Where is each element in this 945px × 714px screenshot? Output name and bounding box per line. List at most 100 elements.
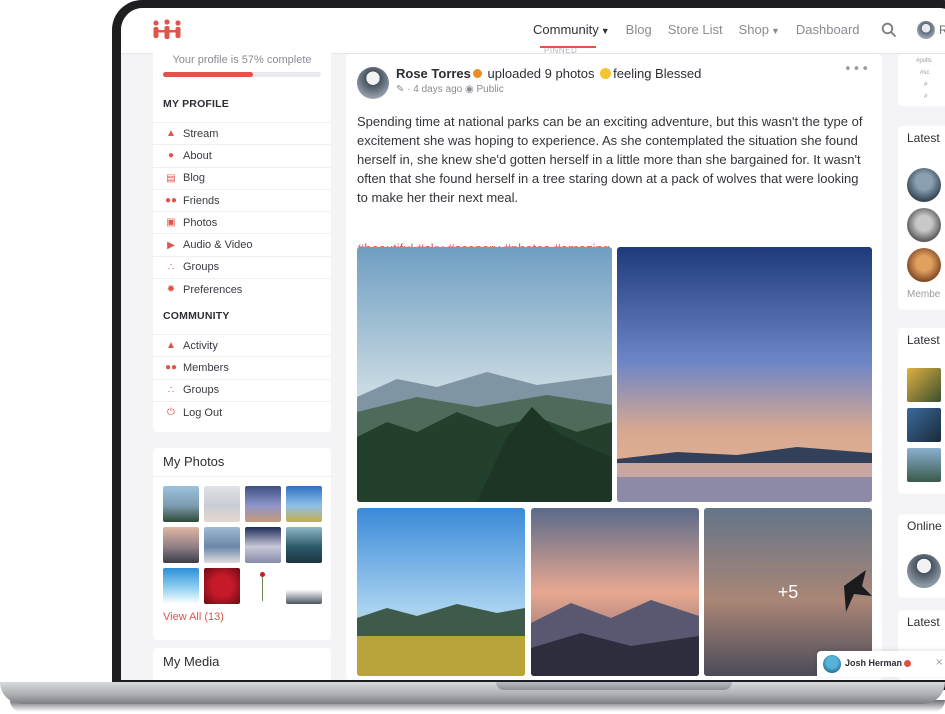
divider — [153, 476, 331, 477]
menu-item-audio-video[interactable]: ▶ Audio & Video — [153, 233, 331, 255]
tag-link[interactable]: # — [924, 94, 927, 100]
post-photo[interactable] — [617, 247, 872, 502]
user-avatar[interactable] — [917, 21, 935, 39]
member-avatar[interactable] — [907, 208, 941, 242]
more-options-icon[interactable]: ••• — [844, 62, 870, 77]
nav-community[interactable]: Community ▼ — [533, 22, 610, 37]
menu-item-activity[interactable]: ▲ Activity — [153, 334, 331, 356]
post-time[interactable]: · 4 days ago — [407, 84, 462, 95]
menu-item-preferences[interactable]: ✹ Preferences — [153, 278, 331, 300]
online-title: Online — [907, 519, 942, 533]
photo-thumb[interactable] — [163, 486, 199, 522]
latest-members-title: Latest — [907, 131, 940, 145]
nav-shop[interactable]: Shop ▼ — [739, 22, 780, 37]
nav-store-list[interactable]: Store List — [668, 22, 723, 37]
photo-thumb[interactable] — [286, 568, 322, 604]
menu-item-members[interactable]: ●● Members — [153, 356, 331, 378]
edit-icon[interactable]: ✎ — [396, 84, 404, 95]
post-photo[interactable] — [357, 508, 525, 676]
profile-completion-text: Your profile is 57% complete — [172, 54, 312, 66]
photo-thumb[interactable] — [245, 527, 281, 563]
profile-progress-fill — [163, 72, 254, 77]
member-avatar[interactable] — [907, 248, 941, 282]
main-nav: Community ▼ Blog Store List Shop ▼ Dashboa… — [533, 22, 860, 37]
my-media-widget: My Media — [153, 648, 331, 680]
menu-item-photos[interactable]: ▣ Photos — [153, 211, 331, 233]
community-menu: ▲ Activity ●● Members ∴ Groups ⏻ Log Out — [153, 334, 331, 423]
chevron-down-icon: ▼ — [600, 26, 610, 36]
members-icon: ●● — [164, 362, 178, 374]
chevron-down-icon: ▼ — [771, 26, 780, 36]
photo-thumb[interactable] — [286, 486, 322, 522]
gear-icon: ✹ — [166, 284, 176, 296]
online-members-widget: Online — [898, 514, 945, 598]
latest-photo-thumb[interactable] — [907, 448, 941, 482]
latest-photo-thumb[interactable] — [907, 368, 941, 402]
my-photos-widget: My Photos View All (13) — [153, 448, 331, 640]
my-photos-title: My Photos — [163, 454, 225, 469]
chat-contact-name: Josh Herman — [845, 658, 912, 668]
menu-item-about[interactable]: ● About — [153, 144, 331, 166]
user-name-truncated[interactable]: R — [939, 23, 945, 37]
chat-window-tab[interactable]: Josh Herman × — [817, 651, 945, 677]
search-icon[interactable] — [881, 22, 897, 38]
verified-badge-icon — [472, 69, 482, 78]
photo-thumb[interactable] — [163, 568, 199, 604]
photo-thumb[interactable] — [163, 527, 199, 563]
nav-blog[interactable]: Blog — [626, 22, 652, 37]
groups-icon: ∴ — [167, 384, 175, 396]
camera-icon: ▣ — [166, 217, 176, 229]
view-all-photos-link[interactable]: View All (13) — [163, 611, 224, 623]
post-text: Spending time at national parks can be a… — [357, 114, 863, 205]
post-meta: ✎ · 4 days ago ◉ Public — [396, 84, 504, 95]
chat-avatar — [823, 655, 841, 673]
photo-thumb[interactable] — [204, 568, 240, 604]
community-heading: COMMUNITY — [163, 310, 230, 322]
latest-media-title: Latest — [907, 615, 940, 629]
menu-item-community-groups[interactable]: ∴ Groups — [153, 378, 331, 401]
tag-link[interactable]: # — [924, 82, 927, 88]
post-feeling: feeling Blessed — [613, 66, 702, 81]
profile-progress-bar — [163, 72, 321, 77]
photo-thumb[interactable] — [204, 527, 240, 563]
friends-icon: ●● — [164, 195, 178, 207]
photo-thumb[interactable] — [286, 527, 322, 563]
post-visibility: Public — [476, 84, 504, 95]
member-avatar[interactable] — [907, 168, 941, 202]
laptop-notch — [496, 682, 732, 690]
my-media-title: My Media — [163, 654, 220, 669]
pinned-indicator — [540, 46, 596, 48]
tag-link[interactable]: #polls — [916, 58, 932, 64]
stream-icon: ▲ — [166, 128, 176, 140]
brand-logo[interactable] — [151, 19, 183, 41]
activity-post: PINNED Rose Torres uploaded 9 photos fee… — [346, 46, 882, 680]
post-photo[interactable] — [357, 247, 612, 502]
photo-thumb[interactable] — [245, 568, 281, 604]
activity-icon: ▲ — [166, 340, 176, 352]
menu-item-stream[interactable]: ▲ Stream — [153, 122, 331, 144]
close-icon[interactable]: × — [935, 657, 943, 668]
post-photo[interactable] — [531, 508, 699, 676]
my-profile-heading: MY PROFILE — [163, 98, 229, 110]
menu-item-friends[interactable]: ●● Friends — [153, 188, 331, 211]
author-name[interactable]: Rose Torres — [396, 66, 471, 81]
photo-thumb[interactable] — [245, 486, 281, 522]
nav-dashboard[interactable]: Dashboard — [796, 22, 860, 37]
app-screen: Community ▼ Blog Store List Shop ▼ Dashboa… — [121, 8, 945, 680]
photo-thumb[interactable] — [204, 486, 240, 522]
blog-icon: ▤ — [166, 172, 176, 184]
power-icon: ⏻ — [167, 407, 175, 419]
menu-item-groups[interactable]: ∴ Groups — [153, 255, 331, 278]
menu-item-log-out[interactable]: ⏻ Log Out — [153, 400, 331, 423]
online-member-avatar[interactable] — [907, 554, 941, 588]
profile-menu-card: Your profile is 57% complete MY PROFILE … — [153, 46, 331, 432]
latest-photos-widget: Latest — [898, 328, 945, 494]
author-avatar[interactable] — [357, 67, 389, 99]
tags-widget: #polls #sc # # — [898, 54, 945, 106]
latest-photo-thumb[interactable] — [907, 408, 941, 442]
members-link[interactable]: Membe — [907, 289, 940, 300]
video-icon: ▶ — [167, 239, 175, 251]
menu-item-blog[interactable]: ▤ Blog — [153, 166, 331, 189]
post-action: uploaded 9 photos — [487, 66, 595, 81]
tag-link[interactable]: #sc — [920, 70, 929, 76]
